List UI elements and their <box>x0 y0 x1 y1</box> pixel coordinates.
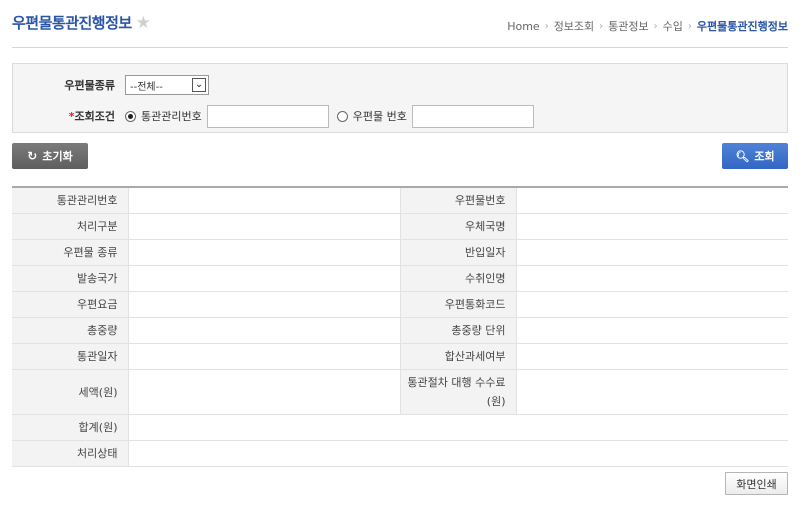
value-customs-no <box>128 187 400 214</box>
radio-mail-no-label[interactable]: 우편물 번호 <box>353 108 407 124</box>
table-row: 통관일자 합산과세여부 <box>12 343 788 370</box>
breadcrumb: Home › 정보조회 › 통관정보 › 수입 › 우편물통관진행정보 <box>507 18 788 34</box>
table-row: 처리상태 <box>12 440 788 467</box>
value-mail-no <box>516 187 788 214</box>
page-header: 우편물통관진행정보 ★ Home › 정보조회 › 통관정보 › 수입 › 우편… <box>12 10 788 48</box>
table-row: 총중량 총중량 단위 <box>12 317 788 344</box>
refresh-icon: ↻ <box>27 149 38 163</box>
value-clearance-date <box>128 343 400 370</box>
mail-type-select[interactable]: --전체-- ⌄ <box>125 75 209 95</box>
search-button[interactable]: 🔍︎ 조회 <box>722 143 788 169</box>
search-button-label: 조회 <box>754 150 775 163</box>
header-currency-code: 우편통화코드 <box>399 291 517 318</box>
search-panel: 우편물종류 --전체-- ⌄ *조회조건 통관관리번호 우편물 번호 <box>12 63 788 133</box>
value-total-weight <box>128 317 400 344</box>
breadcrumb-home[interactable]: Home <box>507 20 539 33</box>
chevron-right-icon: › <box>687 20 692 32</box>
header-total: 합계(원) <box>12 414 129 441</box>
header-status: 처리상태 <box>12 440 129 467</box>
header-post-office: 우체국명 <box>399 213 517 240</box>
value-recipient <box>516 265 788 292</box>
reset-button-label: 초기화 <box>42 150 73 163</box>
table-row: 합계(원) <box>12 414 788 441</box>
header-entry-date: 반입일자 <box>399 239 517 266</box>
mail-type-row: 우편물종류 --전체-- ⌄ <box>13 74 209 96</box>
header-recipient: 수취인명 <box>399 265 517 292</box>
mail-type-label: 우편물종류 <box>64 79 115 92</box>
header-total-weight: 총중량 <box>12 317 129 344</box>
chevron-right-icon: › <box>544 20 549 32</box>
table-row: 우편물 종류 반입일자 <box>12 239 788 266</box>
condition-row: *조회조건 통관관리번호 우편물 번호 <box>13 104 542 128</box>
page-title-text: 우편물통관진행정보 <box>12 14 132 32</box>
header-combined-tax: 합산과세여부 <box>399 343 517 370</box>
header-mail-no: 우편물번호 <box>399 187 517 214</box>
table-row: 발송국가 수취인명 <box>12 265 788 292</box>
print-button[interactable]: 화면인쇄 <box>725 472 788 495</box>
breadcrumb-customs[interactable]: 통관정보 <box>608 18 648 34</box>
radio-mail-no[interactable] <box>336 110 348 122</box>
value-currency-code <box>516 291 788 318</box>
value-status <box>128 440 788 467</box>
header-clearance-date: 통관일자 <box>12 343 129 370</box>
table-row: 세액(원) 통관절차 대행 수수료(원) <box>12 369 788 415</box>
header-weight-unit: 총중량 단위 <box>399 317 517 344</box>
header-agency-fee: 통관절차 대행 수수료(원) <box>399 369 517 415</box>
header-origin-country: 발송국가 <box>12 265 129 292</box>
search-icon: 🔍︎ <box>735 149 750 163</box>
value-weight-unit <box>516 317 788 344</box>
header-customs-no: 통관관리번호 <box>12 187 129 214</box>
breadcrumb-import[interactable]: 수입 <box>663 18 683 34</box>
header-postage: 우편요금 <box>12 291 129 318</box>
header-process-type: 처리구분 <box>12 213 129 240</box>
header-mail-type: 우편물 종류 <box>12 239 129 266</box>
breadcrumb-current: 우편물통관진행정보 <box>696 20 788 33</box>
header-tax-amount: 세액(원) <box>12 369 129 415</box>
result-table: 통관관리번호 우편물번호 처리구분 우체국명 우편물 종류 반입일자 발송국가 … <box>12 186 788 467</box>
mail-type-value: --전체-- <box>130 81 163 93</box>
reset-button[interactable]: ↻ 초기화 <box>12 143 88 169</box>
customs-no-input[interactable] <box>206 104 329 128</box>
value-total <box>128 414 788 441</box>
chevron-down-icon[interactable]: ⌄ <box>192 78 206 92</box>
condition-label-text: 조회조건 <box>74 110 115 123</box>
radio-customs-no-label[interactable]: 통관관리번호 <box>141 108 202 124</box>
breadcrumb-info[interactable]: 정보조회 <box>554 18 594 34</box>
value-entry-date <box>516 239 788 266</box>
value-postage <box>128 291 400 318</box>
star-icon[interactable]: ★ <box>136 13 151 33</box>
value-post-office <box>516 213 788 240</box>
value-mail-type <box>128 239 400 266</box>
value-combined-tax <box>516 343 788 370</box>
mail-no-input[interactable] <box>411 104 534 128</box>
value-tax-amount <box>128 369 400 415</box>
value-process-type <box>128 213 400 240</box>
table-row: 통관관리번호 우편물번호 <box>12 187 788 214</box>
value-origin-country <box>128 265 400 292</box>
radio-customs-no[interactable] <box>125 110 136 122</box>
chevron-right-icon: › <box>653 20 658 32</box>
chevron-right-icon: › <box>599 20 604 32</box>
value-agency-fee <box>516 369 788 415</box>
condition-label: *조회조건 <box>13 108 125 124</box>
page-title: 우편물통관진행정보 ★ <box>12 12 151 33</box>
table-row: 처리구분 우체국명 <box>12 213 788 240</box>
table-row: 우편요금 우편통화코드 <box>12 291 788 318</box>
